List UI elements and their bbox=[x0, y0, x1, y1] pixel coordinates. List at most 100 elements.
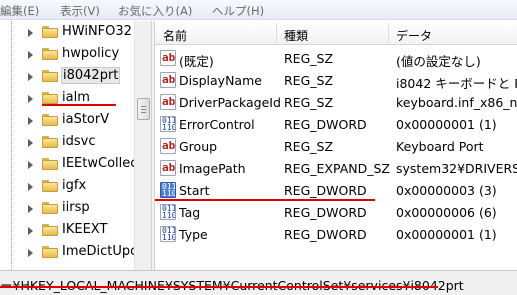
value-row[interactable]: ab DisplayName REG_SZ i8042 キーボードと PS bbox=[155, 69, 517, 91]
string-value-icon: ab bbox=[160, 72, 176, 88]
value-type: REG_SZ bbox=[284, 139, 334, 154]
string-value-icon: ab bbox=[160, 50, 176, 66]
expand-arrow-icon[interactable] bbox=[28, 227, 33, 235]
tree-item[interactable]: IEEtwCollec bbox=[0, 153, 134, 175]
value-row[interactable]: ab ImagePath REG_EXPAND_SZ system32¥DRIVERS… bbox=[155, 157, 517, 179]
string-value-icon: ab bbox=[160, 138, 176, 154]
value-type: REG_SZ bbox=[284, 95, 334, 110]
menu-view[interactable]: 表示(V) bbox=[60, 3, 100, 19]
expand-arrow-icon[interactable] bbox=[28, 183, 33, 191]
menu-bar: 編集(E) 表示(V) お気に入り(A) ヘルプ(H) bbox=[0, 0, 517, 20]
tree-item-label: igfx bbox=[62, 178, 87, 193]
value-data: 0x00000001 (1) bbox=[396, 227, 497, 242]
tree-item-label: idsvc bbox=[62, 134, 96, 149]
expand-arrow-icon[interactable] bbox=[28, 161, 33, 169]
value-data: (値の設定なし) bbox=[396, 54, 481, 69]
menu-help[interactable]: ヘルプ(H) bbox=[212, 3, 264, 19]
tree-item-label: ialm bbox=[62, 90, 90, 105]
value-name: Group bbox=[179, 139, 218, 154]
highlight-underline-tree bbox=[42, 104, 116, 106]
value-row[interactable]: ab DriverPackageId REG_SZ keyboard.inf_x86_… bbox=[155, 91, 517, 113]
folder-icon bbox=[42, 114, 58, 126]
status-key-path: ー¥HKEY_LOCAL_MACHINE¥SYSTEM¥CurrentContr… bbox=[0, 275, 464, 294]
column-separator[interactable] bbox=[388, 23, 389, 43]
highlight-underline-status bbox=[0, 286, 438, 288]
column-header-data[interactable]: データ bbox=[396, 27, 432, 44]
expand-arrow-icon[interactable] bbox=[28, 29, 33, 37]
tree-item[interactable]: iirsp bbox=[0, 197, 134, 219]
tree-vertical-scrollbar[interactable] bbox=[134, 21, 151, 270]
value-data: 0x00000003 (3) bbox=[396, 183, 497, 198]
expand-arrow-icon[interactable] bbox=[28, 73, 33, 81]
value-type: REG_SZ bbox=[284, 73, 334, 88]
menu-favorites[interactable]: お気に入り(A) bbox=[118, 3, 192, 19]
tree-item[interactable]: HWiNFO32 bbox=[0, 21, 134, 43]
tree-item[interactable]: hwpolicy bbox=[0, 43, 134, 65]
dword-value-icon: 011 110 bbox=[160, 182, 176, 198]
column-separator[interactable] bbox=[276, 23, 277, 43]
string-value-icon: ab bbox=[160, 94, 176, 110]
tree-item[interactable]: idsvc bbox=[0, 131, 134, 153]
menu-edit[interactable]: 編集(E) bbox=[0, 3, 39, 19]
value-type: REG_SZ bbox=[284, 51, 334, 66]
value-row[interactable]: 011 110 Tag REG_DWORD 0x00000006 (6) bbox=[155, 201, 517, 223]
value-name: (既定) bbox=[179, 54, 214, 69]
folder-icon bbox=[42, 70, 58, 82]
tree-item-label: HWiNFO32 bbox=[62, 24, 132, 39]
value-row[interactable]: 011 110 ErrorControl REG_DWORD 0x00000001 (… bbox=[155, 113, 517, 135]
tree-item-label: i8042prt bbox=[61, 67, 121, 84]
value-row[interactable]: ab Group REG_SZ Keyboard Port bbox=[155, 135, 517, 157]
folder-icon bbox=[42, 48, 58, 60]
column-header-type[interactable]: 種類 bbox=[284, 27, 308, 44]
value-name: ErrorControl bbox=[179, 117, 255, 132]
value-row[interactable]: ab (既定) REG_SZ (値の設定なし) bbox=[155, 47, 517, 69]
string-value-icon: ab bbox=[160, 160, 176, 176]
expand-arrow-icon[interactable] bbox=[28, 205, 33, 213]
dword-value-icon: 011 110 bbox=[160, 204, 176, 220]
value-type: REG_DWORD bbox=[284, 183, 367, 198]
tree-item[interactable]: ImeDictUpc bbox=[0, 241, 134, 263]
folder-icon bbox=[42, 158, 58, 170]
scrollbar-thumb[interactable] bbox=[137, 98, 150, 120]
folder-icon bbox=[42, 246, 58, 258]
highlight-underline-start-row bbox=[155, 199, 375, 201]
value-row[interactable]: 011 110 Type REG_DWORD 0x00000001 (1) bbox=[155, 223, 517, 245]
value-data: keyboard.inf_x86_ne bbox=[396, 95, 517, 110]
list-header: 名前 種類 データ bbox=[155, 21, 517, 45]
tree-item[interactable]: iaStorV bbox=[0, 109, 134, 131]
tree-item-label: iaStorV bbox=[62, 112, 110, 127]
value-name: DriverPackageId bbox=[179, 95, 281, 110]
tree-item-label: hwpolicy bbox=[62, 46, 120, 61]
value-name: Tag bbox=[179, 205, 201, 220]
value-data: 0x00000001 (1) bbox=[396, 117, 497, 132]
folder-icon bbox=[42, 224, 58, 236]
tree-item[interactable]: igfx bbox=[0, 175, 134, 197]
value-name: DisplayName bbox=[179, 73, 262, 88]
registry-value-list[interactable]: 名前 種類 データ ab (既定) REG_SZ (値の設定なし) ab DisplayN… bbox=[155, 21, 517, 270]
folder-icon bbox=[42, 202, 58, 214]
value-name: Start bbox=[179, 183, 210, 198]
column-header-name[interactable]: 名前 bbox=[163, 27, 187, 44]
value-name: ImagePath bbox=[179, 161, 246, 176]
folder-icon bbox=[42, 92, 58, 104]
tree-item[interactable]: i8042prt bbox=[0, 65, 134, 87]
expand-arrow-icon[interactable] bbox=[28, 117, 33, 125]
expand-arrow-icon[interactable] bbox=[28, 51, 33, 59]
expand-arrow-icon[interactable] bbox=[28, 249, 33, 257]
tree-item[interactable]: IKEEXT bbox=[0, 219, 134, 241]
value-type: REG_EXPAND_SZ bbox=[284, 161, 390, 176]
value-data: i8042 キーボードと PS bbox=[396, 76, 517, 91]
expand-arrow-icon[interactable] bbox=[28, 139, 33, 147]
value-type: REG_DWORD bbox=[284, 205, 367, 220]
registry-key-tree[interactable]: HWiNFO32 hwpolicy i8042prt ialm iaStorV idsvc… bbox=[0, 21, 134, 270]
value-row[interactable]: 011 110 Start REG_DWORD 0x00000003 (3) bbox=[155, 179, 517, 201]
value-data: system32¥DRIVERS¥ bbox=[396, 161, 517, 176]
expand-arrow-icon[interactable] bbox=[28, 95, 33, 103]
value-data: 0x00000006 (6) bbox=[396, 205, 497, 220]
value-type: REG_DWORD bbox=[284, 117, 367, 132]
folder-icon bbox=[42, 136, 58, 148]
tree-item-label: IKEEXT bbox=[62, 222, 108, 237]
tree-item-label: IEEtwCollec bbox=[62, 156, 134, 171]
dword-value-icon: 011 110 bbox=[160, 226, 176, 242]
tree-item-label: iirsp bbox=[62, 200, 90, 215]
